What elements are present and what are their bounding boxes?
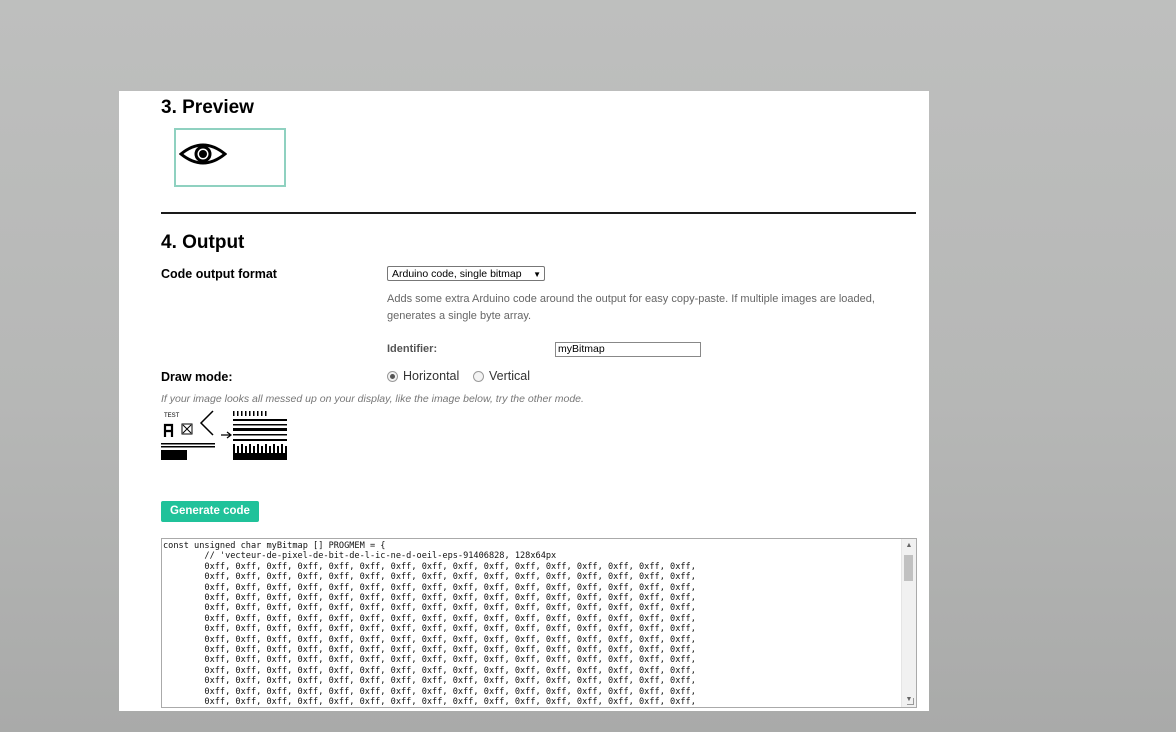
code-format-description: Adds some extra Arduino code around the …: [387, 293, 875, 322]
code-output-text: const unsigned char myBitmap [] PROGMEM …: [163, 541, 696, 708]
draw-mode-horizontal[interactable]: Horizontal: [387, 369, 459, 383]
eye-icon: [179, 143, 227, 165]
draw-mode-label: Draw mode:: [161, 370, 233, 384]
draw-mode-vertical-label: Vertical: [489, 369, 530, 383]
code-format-value: Arduino code, single bitmap: [392, 268, 522, 280]
code-format-select[interactable]: Arduino code, single bitmap ▼: [387, 266, 545, 281]
draw-mode-example-image: TEST: [161, 410, 287, 460]
draw-mode-hint: If your image looks all messed up on you…: [161, 393, 584, 405]
scrollbar-thumb[interactable]: [904, 555, 913, 581]
resize-grip-icon[interactable]: [907, 698, 914, 705]
identifier-label: Identifier:: [387, 343, 438, 355]
select-arrow-icon: ▼: [533, 270, 541, 279]
identifier-input[interactable]: myBitmap: [555, 342, 701, 357]
draw-mode-horizontal-label: Horizontal: [403, 369, 460, 383]
preview-heading: 3. Preview: [161, 97, 254, 118]
generate-code-button[interactable]: Generate code: [161, 501, 259, 522]
output-heading: 4. Output: [161, 232, 245, 253]
code-output-textarea[interactable]: const unsigned char myBitmap [] PROGMEM …: [161, 538, 917, 708]
radio-vertical-icon: [473, 370, 484, 382]
code-format-label: Code output format: [161, 267, 277, 281]
radio-horizontal-icon: [387, 370, 398, 382]
draw-mode-vertical[interactable]: Vertical: [473, 369, 530, 383]
code-scrollbar[interactable]: ▲ ▼: [901, 539, 916, 707]
content-panel: 3. Preview 4. Output Code output format …: [119, 91, 929, 711]
scroll-up-icon[interactable]: ▲: [902, 539, 916, 553]
example-test-label: TEST: [164, 413, 180, 419]
section-divider: [161, 212, 916, 214]
preview-canvas: [174, 128, 286, 187]
